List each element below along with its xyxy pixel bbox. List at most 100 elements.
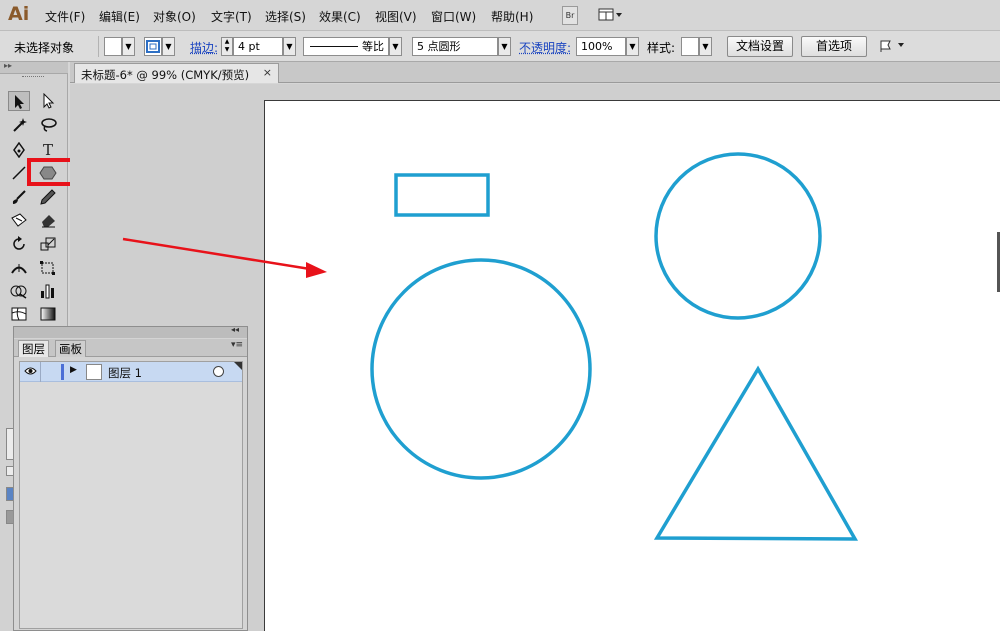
profile-dropdown[interactable]: ▼ (389, 37, 402, 56)
opacity-dropdown[interactable]: ▼ (626, 37, 639, 56)
type-t-icon: T (42, 141, 53, 159)
collapse-panel-icon[interactable]: ◂◂ (231, 325, 239, 334)
menu-window[interactable]: 窗口(W) (431, 8, 476, 25)
menu-view[interactable]: 视图(V) (375, 8, 417, 25)
layer-color-bar (61, 364, 64, 380)
layers-panel-titlebar[interactable]: ◂◂ (14, 325, 247, 338)
menu-bar: Ai 文件(F) 编辑(E) 对象(O) 文字(T) 选择(S) 效果(C) 视… (0, 0, 1000, 31)
menu-object[interactable]: 对象(O) (153, 8, 196, 25)
brush-definition[interactable]: 5 点圆形 (412, 37, 498, 56)
selection-tool[interactable] (8, 91, 30, 111)
width-icon (11, 264, 27, 274)
free-transform-tool[interactable] (37, 258, 59, 278)
document-tab[interactable]: 未标题-6* @ 99% (CMYK/预览) × (74, 63, 279, 83)
scale-tool[interactable] (37, 234, 59, 254)
opacity-field[interactable]: 100% (576, 37, 626, 56)
tools-panel-grip[interactable]: ▸▸ (0, 61, 68, 74)
blob-brush-icon (11, 213, 27, 227)
control-bar-menu[interactable] (878, 37, 908, 56)
bar-graph-icon (41, 284, 54, 299)
control-bar: 未选择对象 ▼ ▼ 描边: ▲ ▼ 4 pt ▼ 等比 ▼ 5 点圆形 ▼ 不透明… (0, 31, 1000, 62)
menu-file[interactable]: 文件(F) (45, 8, 85, 25)
pen-tool[interactable] (8, 140, 30, 160)
black-arrow-icon (15, 95, 24, 109)
type-tool[interactable]: T (37, 140, 59, 160)
gradient-icon (40, 307, 56, 321)
rotate-icon (13, 236, 25, 250)
blob-brush-tool[interactable] (8, 210, 30, 230)
gradient-tool[interactable] (37, 304, 59, 324)
magic-wand-icon (13, 118, 27, 132)
document-setup-button[interactable]: 文档设置 (727, 36, 793, 57)
paintbrush-icon (12, 190, 26, 204)
artboard[interactable] (264, 100, 1000, 631)
arrange-documents-button[interactable] (597, 6, 625, 25)
profile-line (310, 46, 358, 47)
selection-indicator (234, 362, 242, 370)
document-tab-title: 未标题-6* @ 99% (CMYK/预览) (81, 68, 250, 82)
style-swatch[interactable] (681, 37, 699, 56)
panel-menu-icon[interactable]: ▾≡ (231, 340, 243, 350)
scale-icon (40, 237, 56, 251)
stroke-weight-stepper[interactable]: ▲ ▼ (221, 37, 233, 56)
layer-thumbnail (86, 364, 102, 380)
profile-name: 等比 (362, 40, 384, 53)
mesh-icon (11, 307, 27, 321)
menu-type[interactable]: 文字(T) (211, 8, 252, 25)
shape-builder-tool[interactable] (8, 281, 30, 301)
menu-edit[interactable]: 编辑(E) (99, 8, 140, 25)
eraser-icon (42, 215, 55, 228)
stroke-weight-field[interactable]: 4 pt (233, 37, 283, 56)
collapse-icon[interactable]: ▸▸ (4, 61, 12, 70)
layer-name[interactable]: 图层 1 (108, 365, 142, 381)
arrange-documents-icon (598, 8, 622, 21)
selection-status: 未选择对象 (14, 41, 75, 55)
free-transform-icon (40, 261, 55, 275)
visibility-eye-icon[interactable] (24, 365, 37, 380)
expand-triangle-icon[interactable]: ▶ (70, 365, 77, 375)
pencil-icon (40, 189, 56, 205)
lasso-icon (41, 118, 57, 132)
menu-effect[interactable]: 效果(C) (319, 8, 361, 25)
layers-panel: ◂◂ 图层 画板 ▾≡ ▶ 图层 1 (13, 325, 248, 631)
stroke-swatch[interactable] (144, 37, 162, 56)
close-icon[interactable]: × (263, 66, 272, 79)
menu-help[interactable]: 帮助(H) (491, 8, 533, 25)
rotate-tool[interactable] (8, 234, 30, 254)
magic-wand-tool[interactable] (8, 115, 30, 135)
app-logo: Ai (8, 3, 30, 25)
style-label: 样式: (647, 41, 676, 55)
fill-dropdown[interactable]: ▼ (122, 37, 135, 56)
layer-target-circle-icon[interactable] (213, 366, 224, 377)
fill-swatch[interactable] (104, 37, 122, 56)
variable-width-profile[interactable]: 等比 (303, 37, 389, 56)
opacity-label[interactable]: 不透明度: (519, 39, 571, 56)
brush-name: 5 点圆形 (417, 40, 461, 53)
mesh-tool[interactable] (8, 304, 30, 324)
tab-layers[interactable]: 图层 (18, 340, 49, 357)
layer-row[interactable]: ▶ 图层 1 (20, 362, 242, 382)
document-tab-strip: 未标题-6* @ 99% (CMYK/预览) × (70, 62, 1000, 83)
direct-selection-tool[interactable] (37, 91, 59, 111)
menu-select[interactable]: 选择(S) (265, 8, 306, 25)
pen-nib-icon (13, 142, 25, 158)
width-tool[interactable] (8, 258, 30, 278)
stroke-swatch-icon (146, 40, 160, 53)
shape-builder-icon (10, 285, 27, 299)
style-dropdown[interactable]: ▼ (699, 37, 712, 56)
lasso-tool[interactable] (37, 115, 59, 135)
graph-tool[interactable] (37, 281, 59, 301)
stroke-weight-dropdown[interactable]: ▼ (283, 37, 296, 56)
paintbrush-tool[interactable] (8, 187, 30, 207)
line-segment-icon (12, 166, 26, 180)
eraser-tool[interactable] (37, 210, 59, 230)
stroke-label[interactable]: 描边: (190, 39, 218, 56)
divider (98, 36, 99, 57)
pencil-tool[interactable] (37, 187, 59, 207)
brush-dropdown[interactable]: ▼ (498, 37, 511, 56)
tab-artboards[interactable]: 画板 (55, 340, 86, 357)
lock-column[interactable] (40, 362, 41, 382)
bridge-button[interactable]: Br (562, 6, 578, 25)
preferences-button[interactable]: 首选项 (801, 36, 867, 57)
stroke-dropdown[interactable]: ▼ (162, 37, 175, 56)
